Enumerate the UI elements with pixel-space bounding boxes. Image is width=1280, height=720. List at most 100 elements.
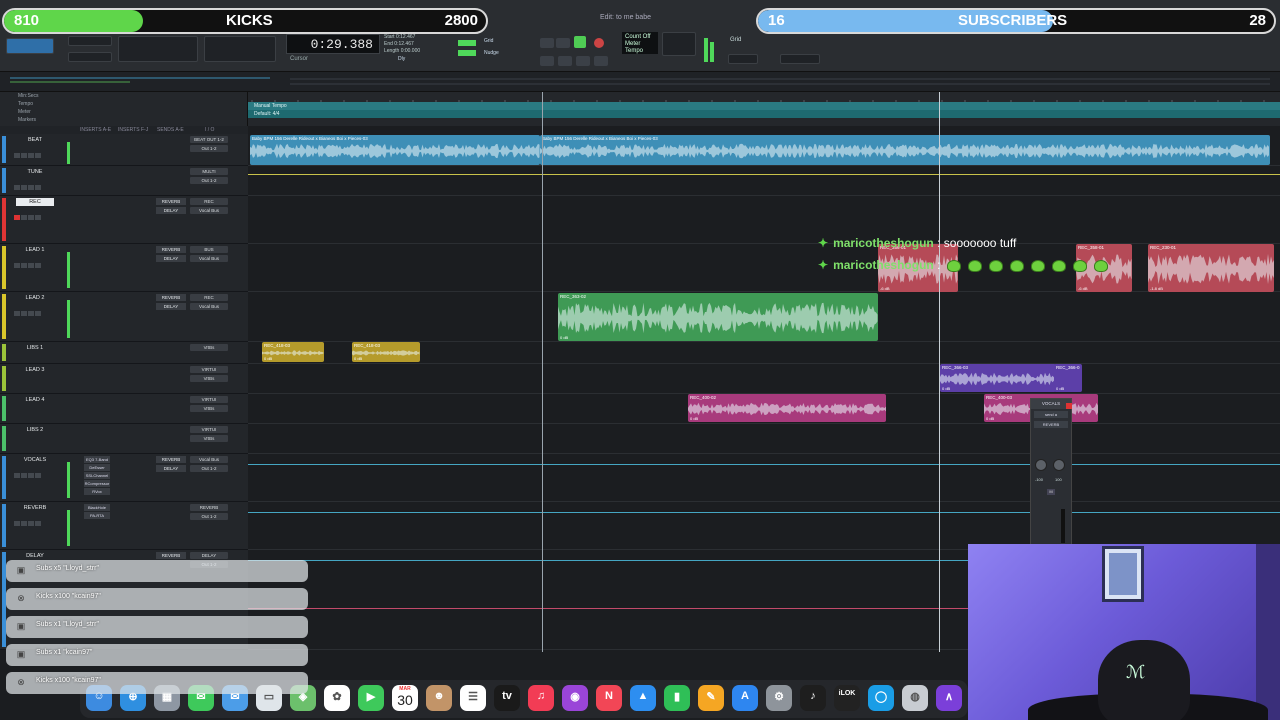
zoom-toggle[interactable] [728, 54, 758, 64]
return-to-zero-button[interactable] [556, 38, 570, 48]
automation-line[interactable] [248, 174, 1280, 175]
track-lane-lead-3[interactable]: REC_366-03 0 dB REC_366-0 0 dB [248, 364, 1280, 394]
midi-controls[interactable] [662, 32, 696, 56]
audio-clip[interactable]: REC_418-03 0 dB [262, 342, 324, 362]
track-name[interactable]: REVERB [16, 504, 54, 512]
track-lane-rec[interactable] [248, 196, 1280, 244]
track-lane-beat[interactable]: Baby BPM 156 Derelle Rideout x Bianeos B… [248, 134, 1280, 166]
track-name[interactable]: LEAD 2 [16, 294, 54, 302]
track-buttons[interactable] [14, 207, 42, 225]
track-name[interactable]: DELAY [16, 552, 54, 560]
main-counter[interactable]: 0:29.388 [286, 34, 380, 54]
track-name[interactable]: LEAD 1 [16, 246, 54, 254]
mixer-fx[interactable]: REVERB [1034, 421, 1068, 428]
track-header-tune[interactable]: TUNE MULTI Out 1-2 [0, 166, 248, 196]
zoom-buttons[interactable] [68, 36, 112, 46]
track-header-libs-1[interactable]: LIBS 1 VrtBs [0, 342, 248, 364]
track-buttons[interactable] [14, 465, 42, 483]
track-io[interactable]: Vocal Bus Out 1-2 [190, 456, 228, 474]
track-name[interactable]: LIBS 1 [16, 344, 54, 352]
track-io[interactable]: REC Vocal Bus [190, 198, 228, 216]
edit-tools[interactable] [118, 36, 198, 62]
track-header-lead-4[interactable]: LEAD 4 VIRTUI VrtBs [0, 394, 248, 424]
keynote-icon[interactable]: ▲ [630, 685, 656, 711]
automation-line[interactable] [248, 512, 1280, 513]
track-sends[interactable]: REVERB DELAY [156, 294, 186, 312]
photos-icon[interactable]: ✿ [324, 685, 350, 711]
record-button[interactable] [594, 38, 604, 48]
track-inserts[interactable]: EQ3 7-Band DeEsser SSLChannel RCompresso… [84, 456, 110, 495]
audio-clip[interactable]: REC_366-03 0 dB [940, 364, 1056, 392]
calendar-icon[interactable]: MAR 30 [392, 685, 418, 711]
grid-indicator[interactable] [458, 40, 476, 46]
appletv-icon[interactable]: tv [494, 685, 520, 711]
grid-settings[interactable]: Grid [730, 36, 741, 44]
track-header-lead-3[interactable]: LEAD 3 VIRTUI VrtBs [0, 364, 248, 394]
protools-icon[interactable]: ◯ [868, 685, 894, 711]
relative-grid-tools[interactable] [204, 36, 276, 62]
track-io[interactable]: BUS Vocal Bus [190, 246, 228, 264]
track-name[interactable]: LIBS 2 [16, 426, 54, 434]
fast-forward-button[interactable] [558, 56, 572, 66]
track-io[interactable]: VIRTUI VrtBs [190, 396, 228, 414]
audio-clip[interactable]: REC_400-02 0 dB [688, 394, 886, 422]
track-lane-vocals[interactable] [248, 454, 1280, 502]
audio-clip[interactable]: Baby BPM 156 Derelle Rideout x Bianeos B… [540, 135, 1270, 165]
plugin-icon[interactable]: ∧ [936, 685, 962, 711]
track-header-lead-1[interactable]: LEAD 1 REVERB DELAY BUS Vocal Bus [0, 244, 248, 292]
edit-mode-buttons[interactable] [6, 38, 54, 54]
track-inserts[interactable]: BlackHole PA-RTA [84, 504, 110, 519]
track-header-beat[interactable]: BEAT BEAT OUT 1-2 Out 1-2 [0, 134, 248, 166]
zoom-presets[interactable] [68, 52, 112, 62]
settings-icon[interactable]: ⚙ [766, 685, 792, 711]
track-sends[interactable]: REVERB DELAY [156, 198, 186, 216]
track-buttons[interactable] [14, 145, 42, 163]
music-icon[interactable]: ♫ [528, 685, 554, 711]
track-header-lead-2[interactable]: LEAD 2 REVERB DELAY REC Vocal Bus [0, 292, 248, 342]
track-header-vocals[interactable]: VOCALS EQ3 7-Band DeEsser SSLChannel RCo… [0, 454, 248, 502]
track-header-rec[interactable]: REC REVERB DELAY REC Vocal Bus [0, 196, 248, 244]
track-name[interactable]: BEAT [16, 136, 54, 144]
track-name[interactable]: LEAD 3 [16, 366, 54, 374]
pages-icon[interactable]: ✎ [698, 685, 724, 711]
track-header-libs-2[interactable]: LIBS 2 VIRTUI VrtBs [0, 424, 248, 454]
facetime-icon[interactable]: ▶ [358, 685, 384, 711]
track-name[interactable]: VOCALS [16, 456, 54, 464]
close-icon[interactable] [1066, 403, 1072, 409]
logic-icon[interactable]: ♪ [800, 685, 826, 711]
send-level-knob[interactable] [1035, 459, 1047, 471]
tempo-ruler[interactable]: Manual Tempo [248, 102, 1280, 110]
track-name[interactable]: LEAD 4 [16, 396, 54, 404]
track-io[interactable]: VrtBs [190, 344, 228, 353]
track-name[interactable]: REC [16, 198, 54, 206]
audio-clip[interactable]: Baby BPM 156 Derelle Rideout x Bianeos B… [250, 135, 540, 165]
track-sends[interactable]: REVERB DELAY [156, 456, 186, 474]
track-buttons[interactable] [14, 303, 42, 321]
track-header-reverb[interactable]: REVERB BlackHole PA-RTA REVERB Out 1-2 [0, 502, 248, 550]
timeline-ruler[interactable] [248, 92, 1280, 105]
loop-button[interactable] [576, 56, 590, 66]
track-lane-lead-2[interactable]: REC_363-02 0 dB [248, 292, 1280, 342]
scroll-options[interactable] [780, 54, 820, 64]
rewind-button[interactable] [540, 56, 554, 66]
track-sends[interactable]: REVERB DELAY [156, 246, 186, 264]
markers-ruler[interactable] [248, 118, 1280, 126]
count-off-panel[interactable]: Count Off Meter Tempo [622, 32, 658, 54]
news-icon[interactable]: N [596, 685, 622, 711]
track-buttons[interactable] [14, 177, 42, 195]
stop-button[interactable] [594, 56, 608, 66]
track-io[interactable]: VIRTUI VrtBs [190, 366, 228, 384]
track-buttons[interactable] [14, 513, 42, 531]
edit-insertion-line[interactable] [939, 92, 940, 652]
selection-fields[interactable]: Start 0:12.467 End 0:12.467 Length 0:00.… [384, 34, 444, 64]
track-lane-lead-1[interactable]: REC_356-01 -6 dB REC_358-01 -6 dB REC_23… [248, 244, 1280, 292]
track-buttons[interactable] [14, 255, 42, 273]
play-button[interactable] [574, 36, 586, 48]
track-name[interactable]: TUNE [16, 168, 54, 176]
track-io[interactable]: MULTI Out 1-2 [190, 168, 228, 186]
appstore-icon[interactable]: A [732, 685, 758, 711]
audio-clip[interactable]: REC_363-02 0 dB [558, 293, 878, 341]
reminders-icon[interactable]: ☰ [460, 685, 486, 711]
numbers-icon[interactable]: ▮ [664, 685, 690, 711]
track-lane-tune[interactable] [248, 166, 1280, 196]
